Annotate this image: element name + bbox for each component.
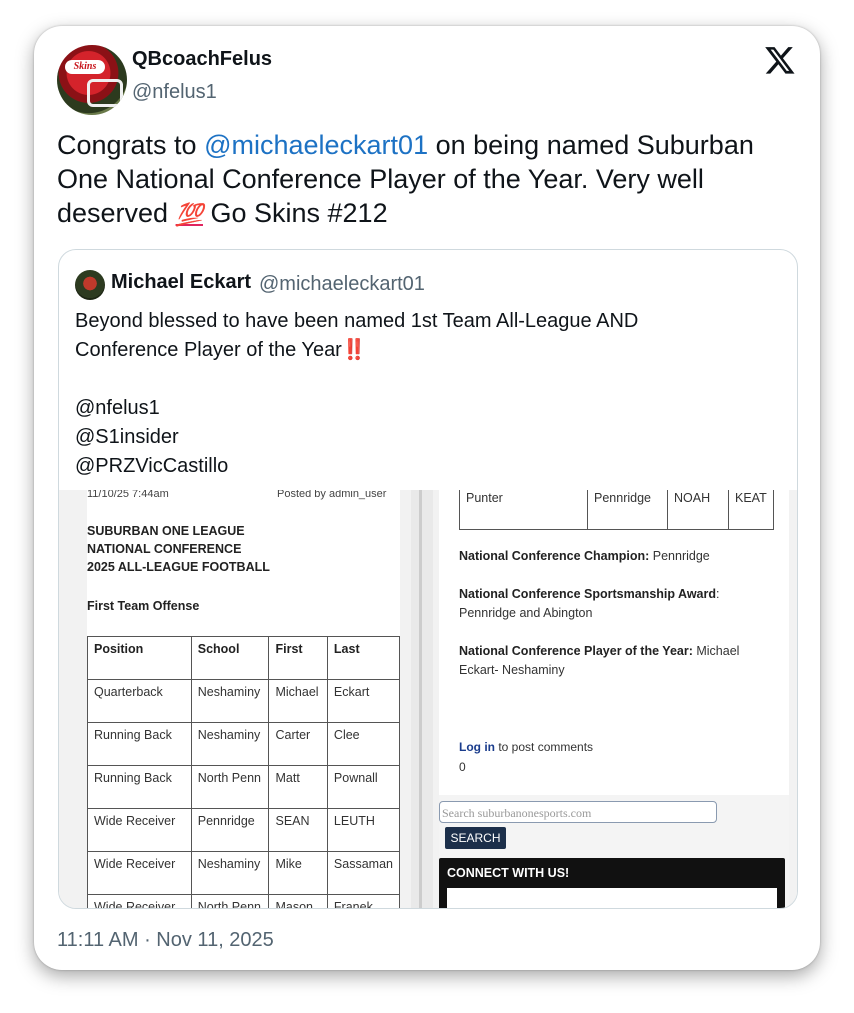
- posted-by: Posted by admin_user: [277, 490, 387, 500]
- tweet-text-part: Congrats to: [57, 130, 205, 160]
- tweet-timestamp[interactable]: 11:11 AM · Nov 11, 2025: [57, 929, 274, 952]
- table-cell: Clee: [326, 722, 400, 766]
- sportsmanship-label: National Conference Sportsmanship Award: [459, 587, 716, 601]
- x-logo-icon[interactable]: [764, 44, 796, 76]
- table-cell: Running Back: [87, 765, 192, 809]
- quoted-mention: @S1insider: [75, 426, 179, 448]
- table-row: Quarterback Neshaminy Michael Eckart: [87, 679, 400, 723]
- column-header: Last: [326, 636, 400, 680]
- champion-label: National Conference Champion:: [459, 549, 650, 563]
- connect-title: CONNECT WITH US!: [447, 866, 570, 880]
- hundred-points-emoji: 💯: [175, 202, 203, 227]
- table-cell: North Penn: [190, 765, 270, 809]
- table-cell: Carter: [268, 722, 328, 766]
- author-avatar[interactable]: Skins: [57, 45, 127, 115]
- table-row: Running Back Neshaminy Carter Clee: [87, 722, 400, 766]
- table-header-row: Position School First Last: [87, 636, 400, 680]
- table-cell: Wide Receiver: [87, 851, 192, 895]
- table-cell: LEUTH: [326, 808, 400, 852]
- quoted-mention: @nfelus1: [75, 397, 160, 419]
- table-row: Wide Receiver North Penn Mason Franek: [87, 894, 400, 908]
- table-cell: Wide Receiver: [87, 894, 192, 908]
- table-cell: Eckart: [326, 679, 400, 723]
- table-cell: Mason: [268, 894, 328, 908]
- quoted-author-handle: @michaeleckart01: [259, 273, 425, 295]
- table-cell: Quarterback: [87, 679, 192, 723]
- login-text: to post comments: [495, 740, 594, 754]
- comment-count: 0: [459, 760, 466, 774]
- table-cell: Michael: [268, 679, 328, 723]
- all-league-document-left: 11/10/25 7:44am Posted by admin_user SUB…: [87, 490, 400, 908]
- champion-value: Pennridge: [649, 549, 710, 563]
- tweet-card: Skins QBcoachFelus @nfelus1 Congrats to …: [34, 26, 820, 970]
- table-cell: North Penn: [190, 894, 270, 908]
- mention-link[interactable]: @michaeleckart01: [204, 130, 428, 160]
- all-league-document-right: Punter Pennridge NOAH KEAT National Conf…: [439, 490, 789, 908]
- doc-header-line: 2025 ALL-LEAGUE FOOTBALL: [87, 560, 270, 574]
- quoted-line: Beyond blessed to have been named 1st Te…: [75, 310, 639, 332]
- table-cell: Neshaminy: [190, 722, 270, 766]
- connect-widget: [447, 888, 777, 908]
- avatar-helmet-logo: Skins: [65, 60, 105, 74]
- quoted-author-name: Michael Eckart: [111, 271, 252, 293]
- quoted-line: Conference Player of the Year: [75, 339, 342, 361]
- author-handle[interactable]: @nfelus1: [132, 81, 217, 104]
- table-row: Punter Pennridge NOAH KEAT: [459, 490, 774, 530]
- column-header: Position: [87, 636, 192, 680]
- table-cell: KEAT: [728, 490, 774, 530]
- tweet-text-part: Go Skins #212: [202, 198, 388, 228]
- doc-header-line: SUBURBAN ONE LEAGUE: [87, 524, 245, 538]
- site-search-button: SEARCH: [445, 827, 506, 849]
- table-cell: Neshaminy: [190, 851, 270, 895]
- first-team-offense-table: Position School First Last Quarterback Ne…: [87, 636, 400, 908]
- column-header: First: [268, 636, 328, 680]
- quoted-text: Beyond blessed to have been named 1st Te…: [75, 307, 638, 481]
- table-cell: Pennridge: [190, 808, 270, 852]
- punter-table: Punter Pennridge NOAH KEAT: [459, 490, 774, 530]
- site-search-input: Search suburbanonesports.com: [439, 801, 717, 823]
- image-divider: [411, 490, 433, 908]
- quoted-mention: @PRZVicCastillo: [75, 455, 229, 477]
- author-name[interactable]: QBcoachFelus: [132, 48, 272, 71]
- sportsmanship-line: National Conference Sportsmanship Award:…: [459, 585, 769, 623]
- login-link: Log in: [459, 740, 495, 754]
- table-row: Wide Receiver Neshaminy Mike Sassaman: [87, 851, 400, 895]
- doc-section-title: First Team Offense: [87, 599, 200, 613]
- table-cell: Sassaman: [326, 851, 400, 895]
- doc-header-line: NATIONAL CONFERENCE: [87, 542, 242, 556]
- divider-line: [419, 490, 422, 908]
- table-cell: Matt: [268, 765, 328, 809]
- table-cell: Running Back: [87, 722, 192, 766]
- table-row: Wide Receiver Pennridge SEAN LEUTH: [87, 808, 400, 852]
- quoted-media[interactable]: 11/10/25 7:44am Posted by admin_user SUB…: [59, 490, 797, 908]
- login-line: Log in to post comments: [459, 740, 593, 754]
- champion-line: National Conference Champion: Pennridge: [459, 547, 769, 566]
- quoted-avatar: [75, 270, 105, 300]
- double-exclamation-emoji: ‼️: [341, 339, 367, 361]
- helmet-facemask: [87, 79, 123, 107]
- player-of-year-line: National Conference Player of the Year: …: [459, 642, 769, 680]
- tweet-text: Congrats to @michaeleckart01 on being na…: [57, 128, 807, 232]
- table-cell: Wide Receiver: [87, 808, 192, 852]
- table-cell: Punter: [459, 490, 588, 530]
- post-date: 11/10/25 7:44am: [87, 490, 169, 500]
- table-cell: SEAN: [268, 808, 328, 852]
- table-cell: Franek: [326, 894, 400, 908]
- table-cell: Pownall: [326, 765, 400, 809]
- table-cell: NOAH: [667, 490, 729, 530]
- column-header: School: [190, 636, 270, 680]
- table-row: Running Back North Penn Matt Pownall: [87, 765, 400, 809]
- table-cell: Mike: [268, 851, 328, 895]
- table-cell: Pennridge: [587, 490, 668, 530]
- table-cell: Neshaminy: [190, 679, 270, 723]
- player-of-year-label: National Conference Player of the Year:: [459, 644, 693, 658]
- quoted-tweet[interactable]: Michael Eckart @michaeleckart01 Beyond b…: [58, 249, 798, 909]
- connect-panel: CONNECT WITH US!: [439, 858, 785, 908]
